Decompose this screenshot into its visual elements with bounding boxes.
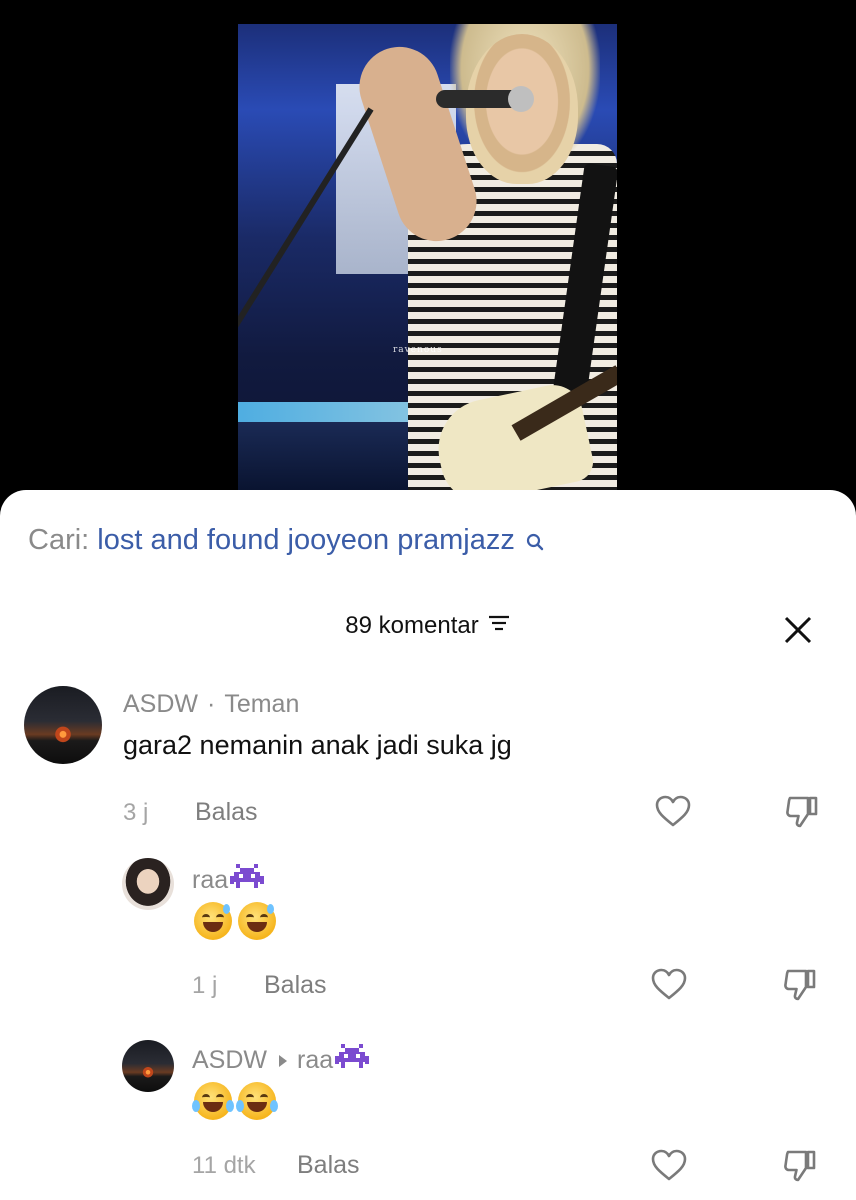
reply-to-username[interactable]: raa: [297, 1046, 333, 1075]
microphone-head: [508, 86, 534, 112]
search-prefix: Cari:: [28, 524, 90, 556]
avatar[interactable]: [122, 1040, 174, 1092]
reply-item: ASDW raa 11 dtk Balas: [0, 1034, 856, 1200]
dislike-button[interactable]: [780, 1146, 820, 1186]
comment-author[interactable]: ASDW · Teman: [123, 690, 299, 719]
username[interactable]: ASDW: [123, 690, 198, 719]
reply-item: raa 1 j Balas: [0, 852, 856, 1022]
heart-icon[interactable]: [653, 795, 693, 836]
avatar[interactable]: [24, 686, 102, 764]
comment-time: 3 j: [123, 799, 149, 826]
search-query-link[interactable]: lost and found jooyeon pramjazz: [97, 524, 515, 556]
like-button[interactable]: [649, 965, 689, 1005]
tears-of-joy-emoji: [192, 1082, 234, 1120]
comment-author[interactable]: ASDW raa: [192, 1044, 370, 1077]
video-watermark: ravenous: [393, 345, 443, 355]
close-button[interactable]: [780, 612, 816, 648]
comment-time: 11 dtk: [192, 1152, 256, 1179]
like-button[interactable]: [653, 792, 693, 832]
avatar[interactable]: [122, 858, 174, 910]
reply-button[interactable]: Balas: [297, 1151, 360, 1180]
reply-button[interactable]: Balas: [195, 798, 258, 827]
thumbs-down-icon[interactable]: [782, 796, 822, 836]
sort-icon[interactable]: [487, 612, 511, 640]
alien-monster-emoji: [335, 1044, 370, 1077]
tears-of-joy-emoji: [236, 1082, 278, 1120]
video-frame[interactable]: ravenous: [238, 24, 617, 500]
separator-dot: ·: [207, 690, 216, 718]
alien-monster-emoji: [230, 864, 265, 897]
comment-emojis: [194, 902, 276, 940]
dislike-button[interactable]: [780, 965, 820, 1005]
reply-button[interactable]: Balas: [264, 971, 327, 1000]
grinning-sweat-emoji: [194, 902, 232, 940]
comments-header: 89 komentar: [0, 598, 856, 648]
friend-tag: Teman: [224, 690, 300, 718]
comments-sheet: Cari: lost and found jooyeon pramjazz 89…: [0, 490, 856, 1200]
like-button[interactable]: [649, 1146, 689, 1186]
heart-icon[interactable]: [649, 1149, 689, 1190]
comment-author[interactable]: raa: [192, 864, 265, 897]
thumbs-down-icon[interactable]: [780, 1150, 820, 1190]
comment-count-button[interactable]: 89 komentar: [345, 612, 510, 640]
comment-emojis: [192, 1082, 278, 1120]
search-icon[interactable]: [526, 526, 544, 559]
dislike-button[interactable]: [782, 792, 822, 832]
grinning-sweat-emoji: [238, 902, 276, 940]
comment-count: 89 komentar: [345, 612, 479, 639]
comment-item: ASDW · Teman gara2 nemanin anak jadi suk…: [0, 680, 856, 840]
comment-text: gara2 nemanin anak jadi suka jg: [123, 730, 512, 760]
comment-count-wrap: 89 komentar: [0, 612, 856, 640]
video-player[interactable]: ravenous: [0, 0, 856, 500]
heart-icon[interactable]: [649, 968, 689, 1009]
thumbs-down-icon[interactable]: [780, 969, 820, 1009]
search-suggestion[interactable]: Cari: lost and found jooyeon pramjazz: [28, 524, 544, 559]
username[interactable]: raa: [192, 866, 228, 895]
username[interactable]: ASDW: [192, 1046, 267, 1075]
reply-arrow-icon: [279, 1054, 287, 1067]
close-icon[interactable]: [780, 616, 816, 652]
comment-time: 1 j: [192, 972, 218, 999]
